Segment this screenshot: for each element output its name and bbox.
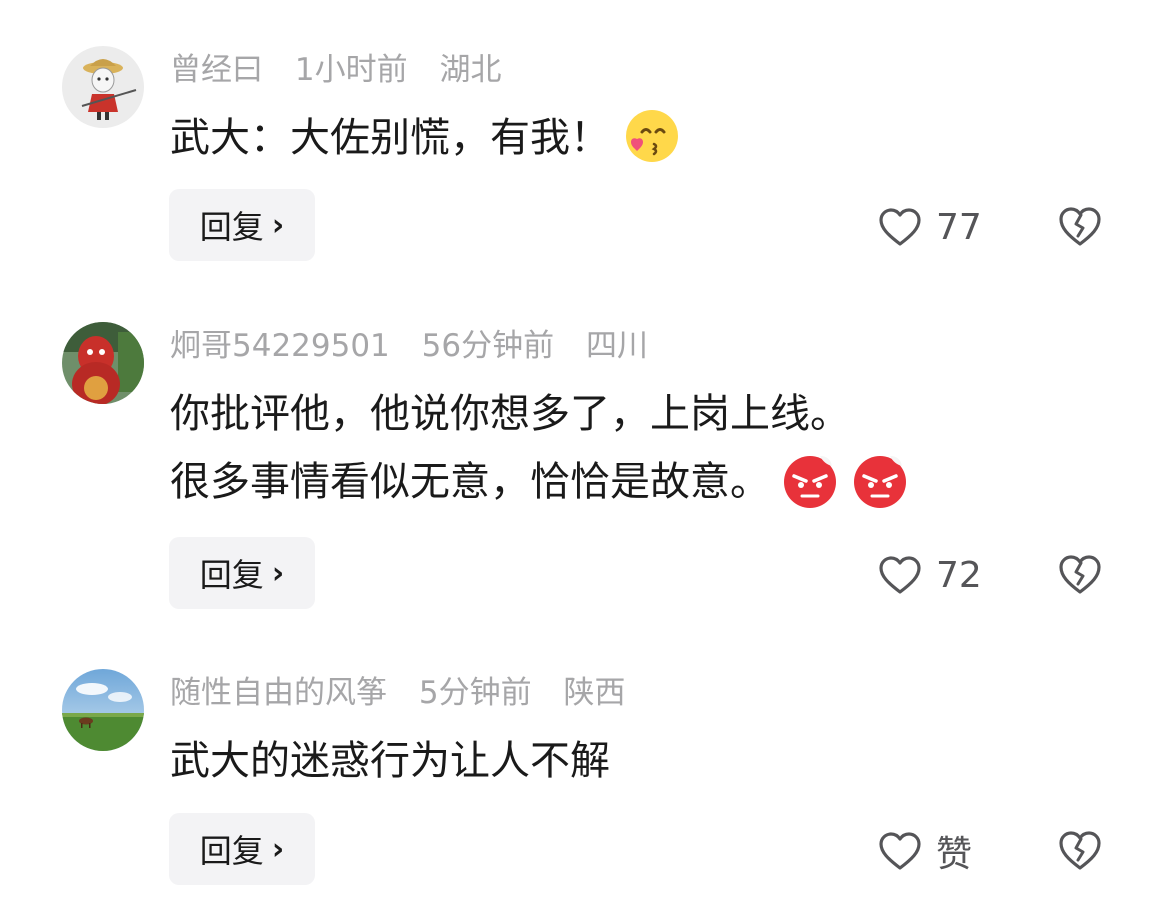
comment-text: 武大的迷惑行为让人不解 [170,727,610,795]
username[interactable]: 炯哥54229501 [170,328,390,364]
heart-outline-icon [879,556,921,594]
reply-button[interactable]: 回复 › [169,813,315,885]
avatar[interactable] [62,46,144,128]
comment-list: 曾经曰 1小时前 湖北 武大：大佐别慌，有我！ 回复 › 77 炯哥542295… [0,0,1170,921]
like-button[interactable]: 77 [878,202,982,252]
broken-heart-icon[interactable] [1057,204,1103,248]
location: 湖北 [439,52,502,88]
timestamp: 5分钟前 [418,675,532,711]
comment-line: 你批评他，他说你想多了，上岗上线。 [170,391,850,437]
chevron-right-icon: › [271,207,285,243]
username[interactable]: 随性自由的风筝 [170,675,387,711]
like-button[interactable]: 赞 [878,826,972,876]
heart-outline-icon [879,832,921,870]
avatar[interactable] [62,322,144,404]
location: 陕西 [563,675,626,711]
timestamp: 56分钟前 [421,328,555,364]
comment-meta: 随性自由的风筝 5分钟前 陕西 [170,673,647,713]
comment-line: 武大的迷惑行为让人不解 [170,738,610,784]
like-count: 72 [936,554,982,596]
reply-label: 回复 [199,556,264,594]
username[interactable]: 曾经曰 [170,52,263,88]
kiss-emoji-icon [626,110,678,162]
comment-text: 你批评他，他说你想多了，上岗上线。 很多事情看似无意，恰恰是故意。 [170,380,910,516]
chevron-right-icon: › [271,555,285,591]
comment-meta: 曾经曰 1小时前 湖北 [170,50,523,90]
comment-line-row: 很多事情看似无意，恰恰是故意。 [170,448,910,516]
angry-emoji-icon [854,456,906,508]
like-count: 77 [936,206,982,248]
comment-meta: 炯哥54229501 56分钟前 四川 [170,326,670,366]
reply-button[interactable]: 回复 › [169,537,315,609]
reply-label: 回复 [199,208,264,246]
like-button[interactable]: 72 [878,550,982,600]
broken-heart-icon[interactable] [1057,828,1103,872]
heart-outline-icon [879,208,921,246]
chevron-right-icon: › [271,831,285,867]
comment-line: 很多事情看似无意，恰恰是故意。 [170,459,770,505]
location: 四川 [585,328,648,364]
reply-label: 回复 [199,832,264,870]
avatar[interactable] [62,669,144,751]
broken-heart-icon[interactable] [1057,552,1103,596]
reply-button[interactable]: 回复 › [169,189,315,261]
timestamp: 1小时前 [294,52,408,88]
comment-line: 武大：大佐别慌，有我！ [170,115,610,161]
angry-emoji-icon [784,456,836,508]
comment-text: 武大：大佐别慌，有我！ [170,104,680,172]
like-count: 赞 [936,834,973,875]
